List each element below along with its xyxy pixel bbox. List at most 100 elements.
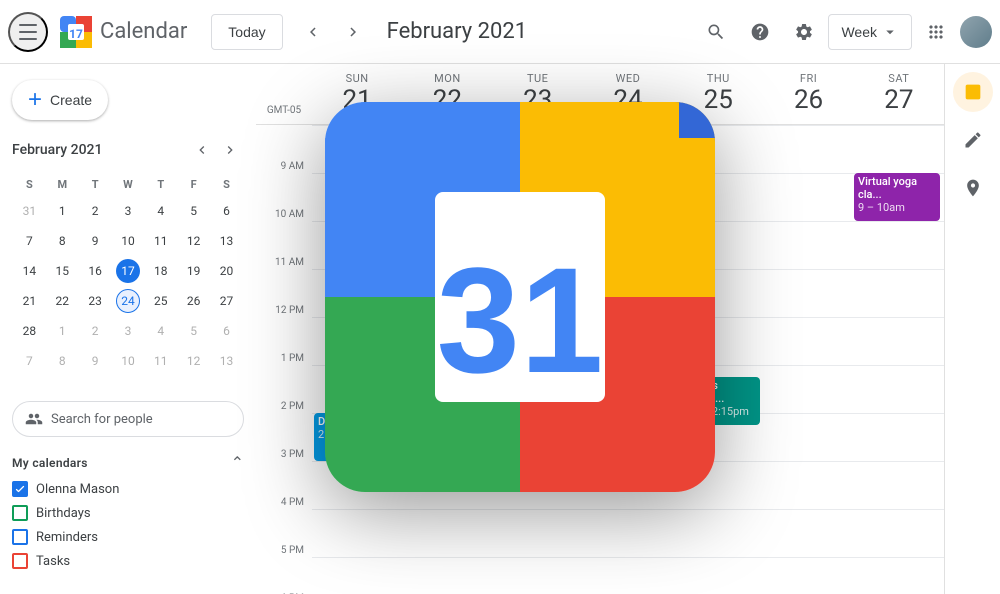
- time-cell[interactable]: [763, 317, 853, 365]
- mini-cal-day[interactable]: 27: [211, 287, 242, 315]
- time-cell[interactable]: [493, 557, 583, 594]
- right-sidebar-icon-2[interactable]: [953, 120, 993, 160]
- time-cell[interactable]: [312, 509, 402, 557]
- time-cell[interactable]: [493, 509, 583, 557]
- mini-cal-day[interactable]: 2: [80, 317, 111, 345]
- mini-cal-day[interactable]: 11: [145, 347, 176, 375]
- apps-button[interactable]: [916, 12, 956, 52]
- mini-cal-day[interactable]: 19: [178, 257, 209, 285]
- mini-next-button[interactable]: [216, 136, 244, 164]
- mini-cal-day[interactable]: 13: [211, 227, 242, 255]
- mini-cal-day[interactable]: 12: [178, 347, 209, 375]
- time-cell[interactable]: [673, 557, 763, 594]
- mini-cal-day[interactable]: 10: [113, 347, 144, 375]
- search-button[interactable]: [696, 12, 736, 52]
- time-cell[interactable]: [763, 173, 853, 221]
- calendar-checkbox[interactable]: [12, 529, 28, 545]
- my-calendar-item[interactable]: Olenna Mason: [12, 477, 244, 501]
- help-button[interactable]: [740, 12, 780, 52]
- time-cell[interactable]: [583, 509, 673, 557]
- logo-area[interactable]: 17 Calendar: [56, 12, 187, 52]
- time-cell[interactable]: [763, 557, 853, 594]
- mini-cal-day[interactable]: 13: [211, 347, 242, 375]
- day-number[interactable]: 26: [763, 85, 853, 116]
- mini-cal-day[interactable]: 21: [14, 287, 45, 315]
- mini-cal-day[interactable]: 12: [178, 227, 209, 255]
- my-calendars-toggle[interactable]: ⌃: [231, 453, 244, 473]
- time-cell[interactable]: [854, 365, 944, 413]
- mini-cal-day[interactable]: 25: [145, 287, 176, 315]
- mini-cal-day[interactable]: 15: [47, 257, 78, 285]
- time-cell[interactable]: [402, 509, 492, 557]
- mini-cal-day[interactable]: 6: [211, 317, 242, 345]
- mini-cal-day[interactable]: 1: [47, 317, 78, 345]
- mini-cal-day[interactable]: 26: [178, 287, 209, 315]
- time-cell[interactable]: [854, 557, 944, 594]
- calendar-checkbox[interactable]: [12, 505, 28, 521]
- prev-button[interactable]: [295, 14, 331, 50]
- menu-button[interactable]: [8, 12, 48, 52]
- time-cell[interactable]: [763, 461, 853, 509]
- mini-cal-day[interactable]: 8: [47, 347, 78, 375]
- mini-cal-day[interactable]: 20: [211, 257, 242, 285]
- mini-cal-day[interactable]: 4: [145, 317, 176, 345]
- mini-cal-day[interactable]: 24: [113, 287, 144, 315]
- time-cell[interactable]: [763, 509, 853, 557]
- time-cell[interactable]: [763, 125, 853, 173]
- mini-cal-day[interactable]: 5: [178, 317, 209, 345]
- avatar[interactable]: [960, 16, 992, 48]
- time-cell[interactable]: [312, 557, 402, 594]
- mini-cal-day[interactable]: 4: [145, 197, 176, 225]
- mini-cal-day[interactable]: 1: [47, 197, 78, 225]
- add-other-calendar-button[interactable]: +: [201, 589, 229, 594]
- mini-cal-day[interactable]: 14: [14, 257, 45, 285]
- mini-cal-day[interactable]: 28: [14, 317, 45, 345]
- mini-cal-day[interactable]: 5: [178, 197, 209, 225]
- mini-cal-day[interactable]: 6: [211, 197, 242, 225]
- search-people[interactable]: Search for people: [12, 401, 244, 437]
- right-sidebar-icon-1[interactable]: [953, 72, 993, 112]
- time-cell[interactable]: [854, 317, 944, 365]
- next-button[interactable]: [335, 14, 371, 50]
- mini-cal-day[interactable]: 23: [80, 287, 111, 315]
- time-cell[interactable]: [763, 221, 853, 269]
- view-selector[interactable]: Week: [828, 14, 912, 50]
- day-number[interactable]: 27: [854, 85, 944, 116]
- mini-cal-day[interactable]: 9: [80, 347, 111, 375]
- mini-cal-day[interactable]: 7: [14, 227, 45, 255]
- my-calendar-item[interactable]: Reminders: [12, 525, 244, 549]
- mini-cal-day[interactable]: 3: [113, 197, 144, 225]
- today-button[interactable]: Today: [211, 14, 282, 50]
- time-cell[interactable]: [854, 509, 944, 557]
- time-cell[interactable]: [583, 557, 673, 594]
- mini-cal-day[interactable]: 2: [80, 197, 111, 225]
- mini-cal-day[interactable]: 9: [80, 227, 111, 255]
- mini-cal-day[interactable]: 7: [14, 347, 45, 375]
- time-cell[interactable]: [763, 413, 853, 461]
- time-cell[interactable]: [854, 461, 944, 509]
- time-cell[interactable]: [763, 365, 853, 413]
- calendar-event[interactable]: Virtual yoga cla...9 – 10am: [854, 173, 940, 221]
- my-calendar-item[interactable]: Tasks: [12, 549, 244, 573]
- time-cell[interactable]: [854, 125, 944, 173]
- time-cell[interactable]: [854, 269, 944, 317]
- mini-prev-button[interactable]: [188, 136, 216, 164]
- mini-cal-day[interactable]: 8: [47, 227, 78, 255]
- mini-cal-day[interactable]: 16: [80, 257, 111, 285]
- mini-cal-day[interactable]: 3: [113, 317, 144, 345]
- right-sidebar-icon-3[interactable]: [953, 168, 993, 208]
- time-cell[interactable]: [763, 269, 853, 317]
- mini-cal-day[interactable]: 22: [47, 287, 78, 315]
- settings-button[interactable]: [784, 12, 824, 52]
- time-cell[interactable]: [854, 221, 944, 269]
- time-cell[interactable]: [854, 413, 944, 461]
- calendar-checkbox[interactable]: [12, 553, 28, 569]
- mini-cal-day[interactable]: 17: [113, 257, 144, 285]
- mini-cal-day[interactable]: 18: [145, 257, 176, 285]
- time-cell[interactable]: [402, 557, 492, 594]
- create-button[interactable]: + Create: [12, 80, 108, 120]
- mini-cal-day[interactable]: 11: [145, 227, 176, 255]
- time-cell[interactable]: [673, 509, 763, 557]
- my-calendar-item[interactable]: Birthdays: [12, 501, 244, 525]
- calendar-checkbox[interactable]: [12, 481, 28, 497]
